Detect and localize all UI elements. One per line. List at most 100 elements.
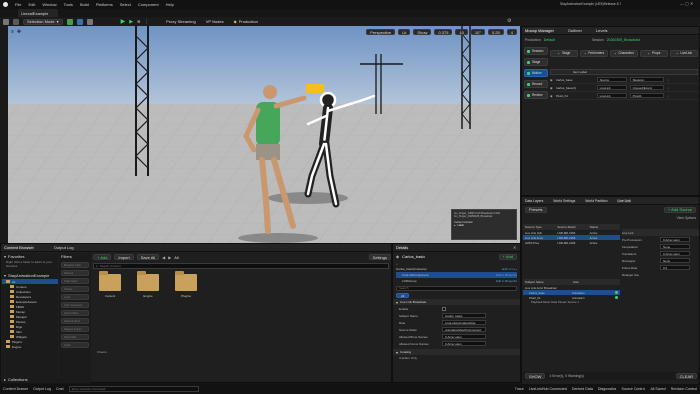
row-source[interactable]: Source xyxy=(596,77,627,82)
menu-item-0[interactable]: File xyxy=(15,2,21,7)
cinematics-icon[interactable] xyxy=(86,18,93,25)
filter-chip[interactable]: Skeletal Mesh xyxy=(61,318,89,324)
stop-icon[interactable]: ■ xyxy=(137,19,140,25)
row-node[interactable]: Pistol1 xyxy=(629,93,664,98)
add-source-button[interactable]: + Add Source xyxy=(663,206,696,213)
expand-arrow-icon[interactable]: ▾ xyxy=(4,273,6,278)
filter-chip[interactable]: Material xyxy=(61,270,89,276)
collections-header[interactable]: Collections xyxy=(8,377,28,382)
content-search-input[interactable]: ⌕ Search Content xyxy=(93,263,389,269)
mocap-row[interactable]: ◉ Pistol_01 LiveLink Pistol1 ⋮ xyxy=(550,92,698,100)
tab-data-layers[interactable]: Data Layers xyxy=(525,199,543,203)
subjects-col-header[interactable]: Subject Name xyxy=(525,280,573,284)
level-viewport[interactable]: ≡ ✥ Perspective Lit Show 0.375 10 10° 0.… xyxy=(8,26,520,243)
row-node[interactable]: Unused/Empty xyxy=(629,85,664,90)
folder-tile[interactable]: Content xyxy=(97,271,123,298)
project-root-header[interactable]: StayAnimationExample xyxy=(8,273,49,278)
folder-tile[interactable]: Engine xyxy=(135,271,161,298)
row-source[interactable]: LiveLink xyxy=(596,85,627,90)
production-value[interactable]: Default xyxy=(544,38,555,42)
more-icon[interactable]: ⋮ xyxy=(667,94,670,98)
menu-item-1[interactable]: Edit xyxy=(28,2,35,7)
tab-levels[interactable]: Levels xyxy=(596,28,608,33)
filter-chip[interactable]: Level xyxy=(61,294,89,300)
tab-output-log[interactable]: Output Log xyxy=(54,245,74,250)
sources-col-header[interactable]: Status xyxy=(588,225,620,229)
add-component-button[interactable]: + Add xyxy=(498,253,517,260)
visibility-icon[interactable]: ◉ xyxy=(550,94,553,98)
add-actor-icon[interactable] xyxy=(66,18,73,25)
mocap-nav-record[interactable]: Record xyxy=(524,80,548,88)
visibility-icon[interactable]: ◉ xyxy=(550,86,553,90)
playback-row[interactable]: Playback Music Data Stream Source 1 xyxy=(523,300,620,305)
angle-snap-button[interactable]: 10° xyxy=(470,29,485,35)
presets-button[interactable]: Presets xyxy=(525,206,547,213)
prop-value[interactable]: None xyxy=(660,244,690,249)
prop-value[interactable]: 0.0 xyxy=(660,265,690,270)
tab-world-partition[interactable]: World Partition xyxy=(585,199,607,203)
mocap-nav-stage[interactable]: Stage xyxy=(524,58,548,66)
diagnostics-button[interactable]: Diagnostics xyxy=(598,387,617,391)
tab-mocap-manager[interactable]: Mocap Manager xyxy=(525,28,554,33)
visibility-icon[interactable]: ◉ xyxy=(550,78,553,82)
row-source[interactable]: LiveLink xyxy=(596,93,627,98)
show-messages-button[interactable]: SHOW xyxy=(525,373,546,379)
field-value[interactable]: Carlos_basic xyxy=(442,313,486,318)
stage-tab-performers[interactable]: + Performers xyxy=(580,49,608,57)
filter-chip[interactable]: Audio xyxy=(61,342,89,348)
session-value[interactable]: 20260305_Broadcast xyxy=(607,38,640,42)
all-saved-status[interactable]: All Saved xyxy=(650,387,665,391)
more-icon[interactable]: ⋮ xyxy=(667,78,670,82)
row-node[interactable]: Skeleton xyxy=(629,77,664,82)
selection-mode-dropdown[interactable]: Selection Mode ▾ xyxy=(23,18,63,25)
console-input[interactable]: Enter Console Command xyxy=(68,386,199,392)
source-row[interactable]: Live Link Hub LNR-MD-2266 Active xyxy=(523,230,620,235)
more-icon[interactable]: ⋮ xyxy=(667,86,670,90)
derived-data-button[interactable]: Derived Data xyxy=(572,387,593,391)
tab-live-link[interactable]: Live Link xyxy=(617,198,631,203)
forward-arrow-icon[interactable]: ▶ xyxy=(168,255,171,260)
back-arrow-icon[interactable]: ◀ xyxy=(162,255,165,260)
favorites-header[interactable]: Favorites xyxy=(8,254,24,259)
production-dropdown[interactable]: ◆ Production xyxy=(231,19,261,25)
mocap-row[interactable]: ◉ Carlos_base(1) LiveLink Unused/Empty ⋮ xyxy=(550,84,698,92)
mocap-nav-review[interactable]: Review xyxy=(524,91,548,99)
transform-icon[interactable]: ✥ xyxy=(17,29,21,35)
modes-icon[interactable] xyxy=(13,18,19,25)
source-control-button[interactable]: Source Control xyxy=(621,387,645,391)
stage-tab-characters[interactable]: + Characters xyxy=(610,49,638,57)
details-search-input[interactable]: Search xyxy=(396,285,517,291)
output-log-button[interactable]: Output Log xyxy=(33,387,51,391)
launch-icon[interactable]: ⋮ xyxy=(144,19,149,25)
livelink-status[interactable]: LiveLinkHub Connected xyxy=(529,387,567,391)
tab-all[interactable]: All xyxy=(396,293,410,298)
revision-control-button[interactable]: Revision Control xyxy=(671,387,697,391)
content-drawer-button[interactable]: Content Drawer xyxy=(3,387,28,391)
menu-item-3[interactable]: Tools xyxy=(64,2,73,7)
source-row[interactable]: Live Link Actor LNR-MD-2266 Active xyxy=(523,235,620,240)
settings-button[interactable]: Settings xyxy=(368,254,391,260)
component-action[interactable]: Edit in Blueprint xyxy=(496,279,517,283)
expand-arrow-icon[interactable]: ▸ xyxy=(4,377,6,382)
mocap-row[interactable]: ◉ Carlos_base Source Skeleton ⋮ xyxy=(550,76,698,84)
expand-arrow-icon[interactable]: ▾ xyxy=(4,254,6,259)
perspective-button[interactable]: Perspective xyxy=(366,29,396,35)
play-options-icon[interactable]: ▶ xyxy=(129,19,133,25)
import-button[interactable]: Import xyxy=(114,254,134,260)
actor-name[interactable]: Carlos_basic xyxy=(402,254,425,259)
component-action[interactable]: Edit in Blueprint xyxy=(496,273,517,277)
menu-item-4[interactable]: Build xyxy=(80,2,89,7)
filter-chip[interactable]: Niagara System xyxy=(61,326,89,332)
prop-value[interactable]: 0 Array elem xyxy=(660,237,690,242)
scale-snap-button[interactable]: 0.25 xyxy=(487,29,504,35)
subjects-col-header[interactable]: Role xyxy=(573,280,621,284)
menu-item-6[interactable]: Select xyxy=(120,2,131,7)
cmd-dropdown[interactable]: Cmd xyxy=(56,387,64,391)
component-action[interactable]: Edit in C++ xyxy=(502,267,517,271)
subject-row[interactable]: Carlos_base Animation xyxy=(523,290,620,295)
tab-outliner[interactable]: Outliner xyxy=(568,28,582,33)
lit-button[interactable]: Lit xyxy=(398,29,411,35)
menu-item-8[interactable]: Help xyxy=(166,2,174,7)
add-content-button[interactable]: + Add xyxy=(93,254,112,260)
window-controls[interactable]: — ▢ ✕ xyxy=(680,1,693,6)
